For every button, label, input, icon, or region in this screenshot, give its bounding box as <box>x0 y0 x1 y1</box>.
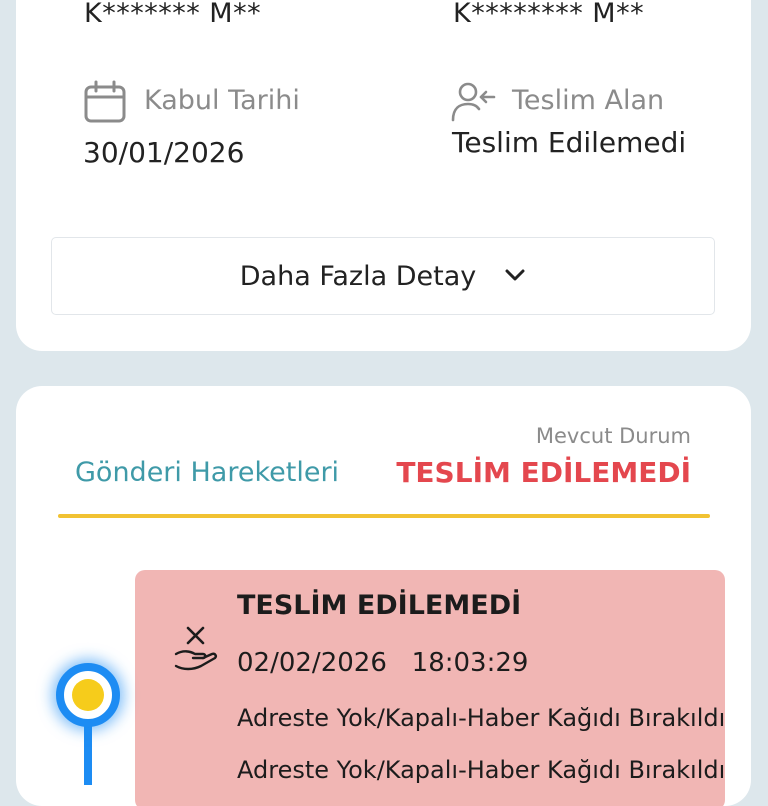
timeline-line <box>84 725 92 785</box>
current-status-caption: Mevcut Durum <box>535 424 691 448</box>
event-datetime: 02/02/2026 18:03:29 <box>237 648 529 678</box>
timeline-event-card: TESLİM EDİLEMEDİ 02/02/2026 18:03:29 Adr… <box>135 570 725 806</box>
tab-underline <box>58 514 710 518</box>
shipment-movements-card: Mevcut Durum Gönderi Hareketleri TESLİM … <box>16 386 751 806</box>
event-description-secondary: Adreste Yok/Kapalı-Haber Kağıdı Bırakıld… <box>237 756 726 784</box>
user-receive-icon <box>451 81 497 127</box>
event-description: Adreste Yok/Kapalı-Haber Kağıdı Bırakıld… <box>237 704 726 732</box>
more-details-label: Daha Fazla Detay <box>239 260 477 292</box>
hand-x-icon <box>173 624 219 678</box>
receiver-name: K******** M** <box>453 0 645 29</box>
current-status-value: TESLİM EDİLEMEDİ <box>396 456 691 489</box>
received-by-value: Teslim Edilemedi <box>452 126 687 159</box>
sender-name: K******* M** <box>84 0 262 29</box>
calendar-icon <box>83 80 127 128</box>
accept-date-label: Kabul Tarihi <box>144 85 300 116</box>
tab-shipment-movements[interactable]: Gönderi Hareketleri <box>75 457 339 488</box>
chevron-down-icon <box>504 267 526 286</box>
more-details-button[interactable]: Daha Fazla Detay <box>51 237 715 315</box>
timeline-dot <box>56 663 120 727</box>
received-by-label: Teslim Alan <box>512 85 665 116</box>
accept-date-value: 30/01/2026 <box>83 136 245 169</box>
event-title: TESLİM EDİLEMEDİ <box>237 590 522 621</box>
